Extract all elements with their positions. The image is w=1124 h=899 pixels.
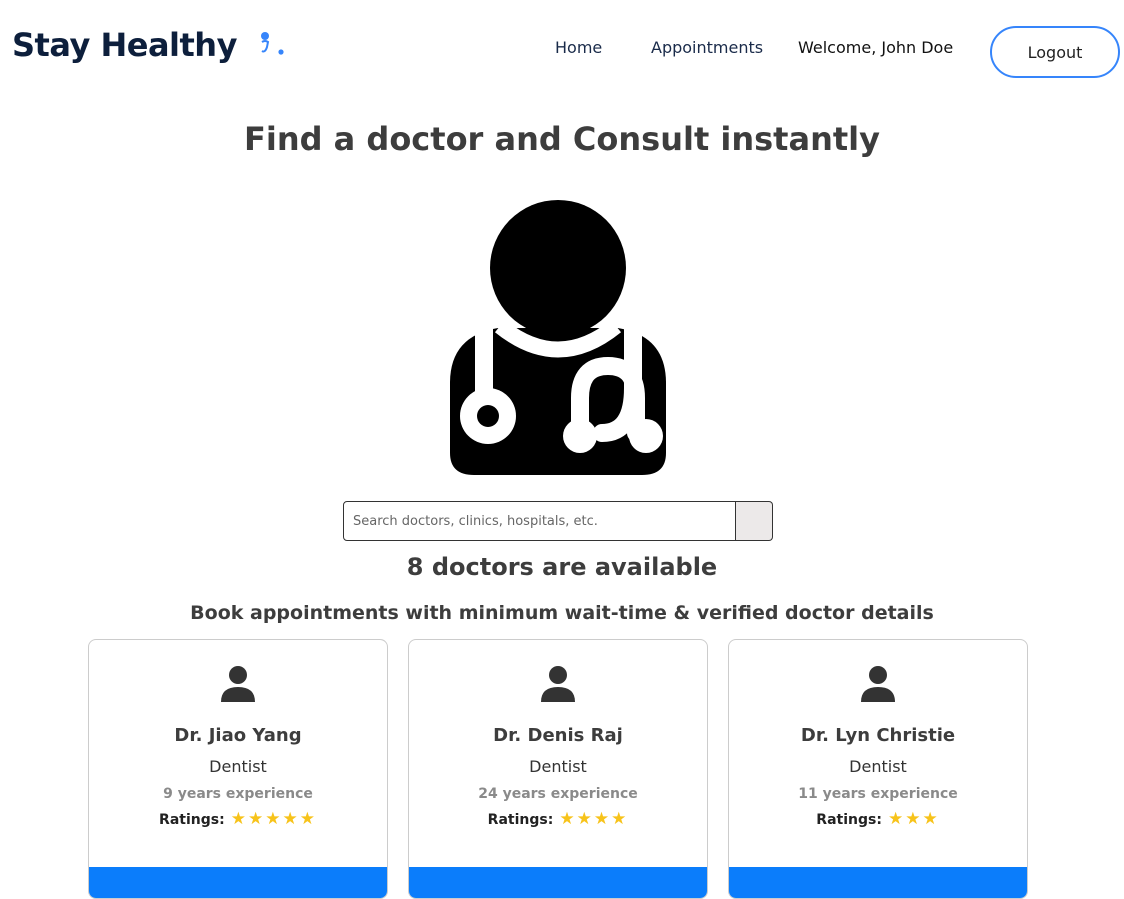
doctor-card: Dr. Lyn Christie Dentist 11 years experi… — [728, 639, 1028, 899]
star-icon: ★ — [299, 809, 315, 829]
welcome-text: Welcome, John Doe — [798, 38, 954, 57]
doctor-speciality: Dentist — [529, 757, 587, 776]
doctor-ratings: Ratings: ★ ★ ★ ★ — [409, 811, 707, 828]
book-appointment-button[interactable] — [409, 867, 707, 898]
section-subtitle: Book appointments with minimum wait-time… — [190, 602, 934, 624]
ratings-label: Ratings: — [816, 811, 882, 828]
stethoscope-icon — [260, 32, 284, 55]
doctor-speciality: Dentist — [209, 757, 267, 776]
star-icon: ★ — [887, 809, 904, 829]
search-bar — [343, 501, 773, 541]
star-rating: ★ ★ ★ ★ ★ — [231, 811, 317, 828]
star-icon: ★ — [265, 809, 281, 829]
doctor-illustration-icon — [450, 200, 666, 475]
logo-text: Stay Healthy — [12, 26, 237, 64]
book-appointment-button[interactable] — [89, 867, 387, 898]
doctor-speciality: Dentist — [849, 757, 907, 776]
star-icon: ★ — [230, 809, 246, 829]
doctor-experience: 11 years experience — [798, 786, 958, 802]
user-avatar-icon — [541, 666, 575, 702]
star-icon: ★ — [593, 809, 610, 829]
page-title: Find a doctor and Consult instantly — [244, 120, 880, 158]
logout-button[interactable]: Logout — [990, 26, 1120, 78]
star-icon: ★ — [905, 809, 921, 829]
doctor-card: Dr. Denis Raj Dentist 24 years experienc… — [408, 639, 708, 899]
doctor-ratings: Ratings: ★ ★ ★ ★ ★ — [89, 811, 387, 828]
logo[interactable]: Stay Healthy — [12, 26, 287, 64]
ratings-label: Ratings: — [487, 811, 554, 828]
user-avatar-icon — [861, 666, 895, 702]
doctor-name: Dr. Denis Raj — [493, 725, 623, 746]
doctor-card: Dr. Jiao Yang Dentist 9 years experience… — [88, 639, 388, 899]
doctor-ratings: Ratings: ★ ★ ★ — [729, 811, 1027, 828]
doctor-experience: 24 years experience — [478, 786, 638, 802]
nav-appointments-link[interactable]: Appointments — [651, 38, 763, 57]
star-rating: ★ ★ ★ ★ — [559, 811, 628, 828]
navbar: Stay Healthy Home Appointments Welcome, … — [0, 0, 1124, 96]
star-icon: ★ — [611, 809, 627, 829]
user-avatar-icon — [221, 666, 255, 702]
star-rating: ★ ★ ★ — [888, 811, 940, 828]
star-icon: ★ — [559, 809, 575, 829]
star-icon: ★ — [282, 809, 298, 829]
doctor-name: Dr. Lyn Christie — [800, 725, 956, 746]
book-appointment-button[interactable] — [729, 867, 1027, 898]
search-input[interactable] — [343, 501, 737, 541]
doctor-name: Dr. Jiao Yang — [174, 725, 302, 746]
ratings-label: Ratings: — [159, 811, 225, 828]
star-icon: ★ — [576, 809, 592, 829]
doctor-experience: 9 years experience — [163, 786, 313, 802]
star-icon: ★ — [247, 809, 264, 829]
nav-home-link[interactable]: Home — [555, 38, 602, 57]
star-icon: ★ — [922, 809, 938, 829]
search-button[interactable] — [736, 501, 773, 541]
availability-count: 8 doctors are available — [406, 553, 718, 581]
